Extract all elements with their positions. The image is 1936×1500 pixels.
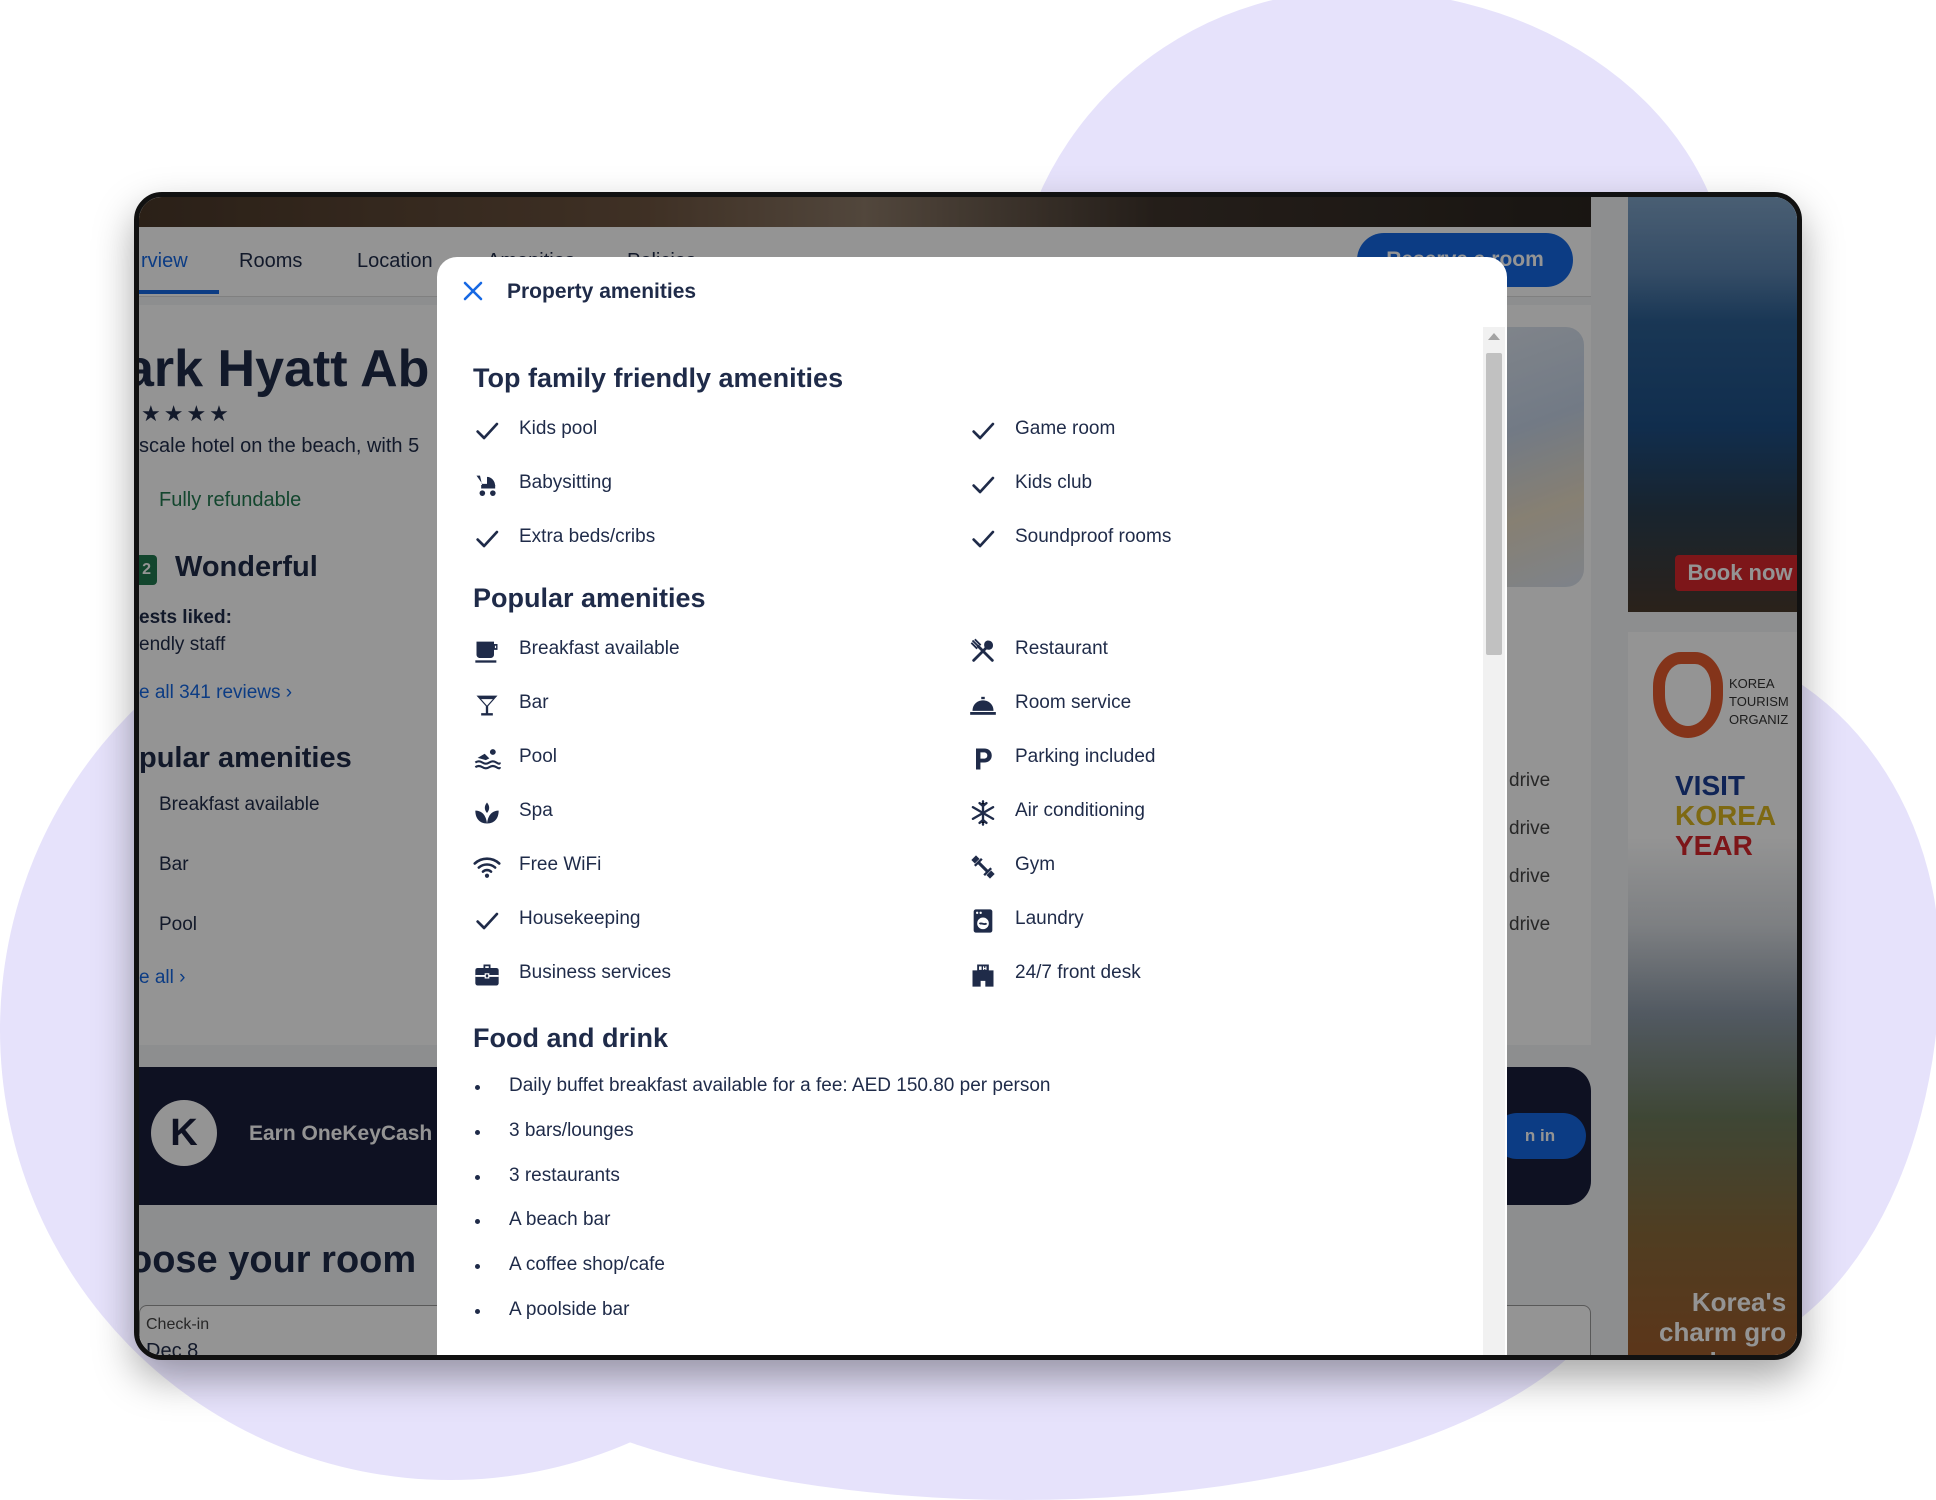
amenity-label: Spa: [519, 800, 553, 821]
amenity-label: Extra beds/cribs: [519, 526, 656, 547]
amenity-label: Air conditioning: [1015, 800, 1145, 821]
amenity-housekeeping: Housekeeping: [471, 905, 911, 937]
scroll-up-arrow-icon[interactable]: [1488, 333, 1500, 340]
amenity-label: Soundproof rooms: [1015, 526, 1172, 547]
amenity-restaurant: Restaurant: [967, 635, 1407, 667]
amenity-label: Babysitting: [519, 472, 612, 493]
amenity-label: Laundry: [1015, 908, 1084, 929]
bullet-dot: [475, 1175, 480, 1180]
amenity-label: Parking included: [1015, 746, 1156, 767]
amenity-kids-pool: Kids pool: [471, 415, 911, 447]
list-item-text: 3 bars/lounges: [509, 1120, 634, 1141]
check-icon: [471, 905, 503, 937]
popular-amenities-section-heading: Popular amenities: [473, 583, 706, 613]
check-icon: [967, 523, 999, 555]
dialog-header: Property amenities: [437, 257, 1507, 327]
spa-lotus-icon: [471, 797, 503, 829]
device-frame: rview Rooms Location Amenities Policies …: [134, 192, 1802, 1360]
food-drink-heading: Food and drink: [473, 1023, 668, 1053]
dumbbell-icon: [967, 851, 999, 883]
service-bell-icon: [967, 689, 999, 721]
amenity-label: Pool: [519, 746, 558, 767]
amenity-babysitting: Babysitting: [471, 469, 911, 501]
bullet-dot: [475, 1264, 480, 1269]
bullet-dot: [475, 1309, 480, 1314]
bullet-dot: [475, 1085, 480, 1090]
amenity-label: Free WiFi: [519, 854, 602, 875]
check-icon: [471, 523, 503, 555]
family-amenities-heading: Top family friendly amenities: [473, 363, 844, 393]
amenity-label: 24/7 front desk: [1015, 962, 1141, 983]
list-item-text: A poolside bar: [509, 1299, 630, 1320]
list-item-text: A coffee shop/cafe: [509, 1254, 665, 1275]
list-item: A coffee shop/cafe: [473, 1253, 1373, 1279]
front-desk-24-icon: [967, 959, 999, 991]
amenity-label: Kids club: [1015, 472, 1093, 493]
amenity-label: Bar: [519, 692, 549, 713]
list-item-text: 3 restaurants: [509, 1165, 620, 1186]
dialog-scrollbar[interactable]: [1483, 327, 1505, 1355]
snowflake-icon: [967, 797, 999, 829]
amenity-soundproof-rooms: Soundproof rooms: [967, 523, 1407, 555]
scrollbar-thumb[interactable]: [1486, 353, 1502, 655]
swimmer-icon: [471, 743, 503, 775]
amenity-label: Housekeeping: [519, 908, 641, 929]
stroller-icon: [471, 469, 503, 501]
amenity-spa: Spa: [471, 797, 911, 829]
amenity-pool: Pool: [471, 743, 911, 775]
list-item: 3 bars/lounges: [473, 1119, 1373, 1145]
briefcase-icon: [471, 959, 503, 991]
amenity-label: Game room: [1015, 418, 1116, 439]
amenity-game-room: Game room: [967, 415, 1407, 447]
amenity-air-conditioning: Air conditioning: [967, 797, 1407, 829]
amenity-breakfast: Breakfast available: [471, 635, 911, 667]
washing-machine-icon: [967, 905, 999, 937]
amenity-label: Business services: [519, 962, 672, 983]
list-item: Daily buffet breakfast available for a f…: [473, 1074, 1373, 1100]
check-icon: [967, 415, 999, 447]
bullet-dot: [475, 1219, 480, 1224]
property-amenities-dialog: Property amenities Top family friendly a…: [437, 257, 1507, 1355]
amenity-extra-beds: Extra beds/cribs: [471, 523, 911, 555]
list-item: A beach bar: [473, 1208, 1373, 1234]
amenity-label: Restaurant: [1015, 638, 1108, 659]
bullet-dot: [475, 1130, 480, 1135]
list-item: 3 restaurants: [473, 1164, 1373, 1190]
check-icon: [471, 415, 503, 447]
coffee-cup-icon: [471, 635, 503, 667]
amenity-free-wifi: Free WiFi: [471, 851, 911, 883]
amenity-label: Breakfast available: [519, 638, 680, 659]
amenity-business-services: Business services: [471, 959, 911, 991]
cocktail-glass-icon: [471, 689, 503, 721]
amenity-label: Room service: [1015, 692, 1132, 713]
check-icon: [967, 469, 999, 501]
close-icon[interactable]: [457, 275, 489, 307]
amenity-room-service: Room service: [967, 689, 1407, 721]
dialog-title: Property amenities: [507, 280, 697, 303]
parking-icon: [967, 743, 999, 775]
browser-screen: rview Rooms Location Amenities Policies …: [139, 197, 1797, 1355]
list-item-text: Daily buffet breakfast available for a f…: [509, 1075, 1051, 1096]
fork-knife-icon: [967, 635, 999, 667]
list-item-text: A beach bar: [509, 1209, 611, 1230]
amenity-parking: Parking included: [967, 743, 1407, 775]
amenity-label: Gym: [1015, 854, 1056, 875]
amenity-bar: Bar: [471, 689, 911, 721]
wifi-icon: [471, 851, 503, 883]
amenity-label: Kids pool: [519, 418, 598, 439]
amenity-front-desk: 24/7 front desk: [967, 959, 1407, 991]
amenity-gym: Gym: [967, 851, 1407, 883]
amenity-laundry: Laundry: [967, 905, 1407, 937]
list-item: A poolside bar: [473, 1298, 1373, 1324]
amenity-kids-club: Kids club: [967, 469, 1407, 501]
